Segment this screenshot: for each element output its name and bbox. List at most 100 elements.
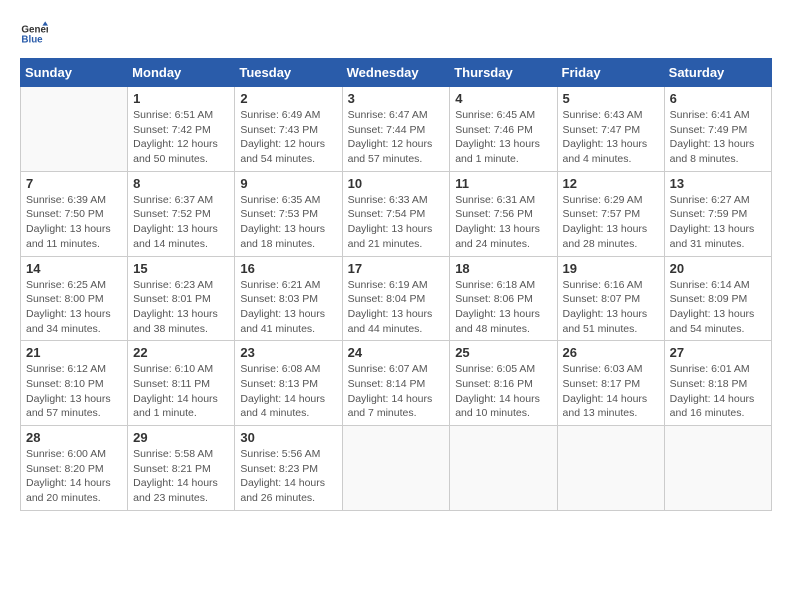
calendar-cell: 28 Sunrise: 6:00 AM Sunset: 8:20 PM Dayli…	[21, 426, 128, 511]
day-number: 22	[133, 345, 229, 360]
day-info: Sunrise: 6:12 AM Sunset: 8:10 PM Dayligh…	[26, 362, 122, 421]
day-info: Sunrise: 6:16 AM Sunset: 8:07 PM Dayligh…	[563, 278, 659, 337]
day-info: Sunrise: 6:07 AM Sunset: 8:14 PM Dayligh…	[348, 362, 445, 421]
day-number: 18	[455, 261, 551, 276]
day-info: Sunrise: 6:47 AM Sunset: 7:44 PM Dayligh…	[348, 108, 445, 167]
column-header-monday: Monday	[128, 59, 235, 87]
calendar-cell	[557, 426, 664, 511]
day-info: Sunrise: 6:31 AM Sunset: 7:56 PM Dayligh…	[455, 193, 551, 252]
day-info: Sunrise: 6:10 AM Sunset: 8:11 PM Dayligh…	[133, 362, 229, 421]
day-number: 3	[348, 91, 445, 106]
calendar-cell: 22 Sunrise: 6:10 AM Sunset: 8:11 PM Dayli…	[128, 341, 235, 426]
day-number: 29	[133, 430, 229, 445]
column-header-tuesday: Tuesday	[235, 59, 342, 87]
day-info: Sunrise: 6:18 AM Sunset: 8:06 PM Dayligh…	[455, 278, 551, 337]
calendar-cell: 15 Sunrise: 6:23 AM Sunset: 8:01 PM Dayli…	[128, 256, 235, 341]
day-number: 26	[563, 345, 659, 360]
day-info: Sunrise: 5:58 AM Sunset: 8:21 PM Dayligh…	[133, 447, 229, 506]
day-number: 27	[670, 345, 766, 360]
day-info: Sunrise: 6:05 AM Sunset: 8:16 PM Dayligh…	[455, 362, 551, 421]
calendar-cell: 14 Sunrise: 6:25 AM Sunset: 8:00 PM Dayli…	[21, 256, 128, 341]
calendar-cell: 12 Sunrise: 6:29 AM Sunset: 7:57 PM Dayli…	[557, 171, 664, 256]
day-number: 24	[348, 345, 445, 360]
column-header-sunday: Sunday	[21, 59, 128, 87]
day-number: 16	[240, 261, 336, 276]
day-info: Sunrise: 6:08 AM Sunset: 8:13 PM Dayligh…	[240, 362, 336, 421]
calendar-cell: 10Sunrise: 6:33 AM Sunset: 7:54 PM Dayli…	[342, 171, 450, 256]
calendar-cell	[664, 426, 771, 511]
calendar-cell: 29 Sunrise: 5:58 AM Sunset: 8:21 PM Dayli…	[128, 426, 235, 511]
calendar-cell: 5Sunrise: 6:43 AM Sunset: 7:47 PM Daylig…	[557, 87, 664, 172]
day-number: 10	[348, 176, 445, 191]
day-info: Sunrise: 6:19 AM Sunset: 8:04 PM Dayligh…	[348, 278, 445, 337]
day-number: 1	[133, 91, 229, 106]
column-header-wednesday: Wednesday	[342, 59, 450, 87]
calendar-cell	[21, 87, 128, 172]
calendar-cell: 18 Sunrise: 6:18 AM Sunset: 8:06 PM Dayli…	[450, 256, 557, 341]
calendar-cell: 27 Sunrise: 6:01 AM Sunset: 8:18 PM Dayli…	[664, 341, 771, 426]
column-header-friday: Friday	[557, 59, 664, 87]
calendar-cell: 25 Sunrise: 6:05 AM Sunset: 8:16 PM Dayli…	[450, 341, 557, 426]
calendar-cell	[450, 426, 557, 511]
day-info: Sunrise: 6:00 AM Sunset: 8:20 PM Dayligh…	[26, 447, 122, 506]
calendar-week-row: 1 Sunrise: 6:51 AM Sunset: 7:42 PM Daylig…	[21, 87, 772, 172]
day-info: Sunrise: 6:27 AM Sunset: 7:59 PM Dayligh…	[670, 193, 766, 252]
day-info: Sunrise: 6:03 AM Sunset: 8:17 PM Dayligh…	[563, 362, 659, 421]
day-info: Sunrise: 6:35 AM Sunset: 7:53 PM Dayligh…	[240, 193, 336, 252]
day-number: 9	[240, 176, 336, 191]
calendar-cell: 8 Sunrise: 6:37 AM Sunset: 7:52 PM Daylig…	[128, 171, 235, 256]
day-info: Sunrise: 6:29 AM Sunset: 7:57 PM Dayligh…	[563, 193, 659, 252]
calendar-cell: 1 Sunrise: 6:51 AM Sunset: 7:42 PM Daylig…	[128, 87, 235, 172]
day-number: 20	[670, 261, 766, 276]
calendar-cell: 23 Sunrise: 6:08 AM Sunset: 8:13 PM Dayli…	[235, 341, 342, 426]
column-header-thursday: Thursday	[450, 59, 557, 87]
calendar-week-row: 28 Sunrise: 6:00 AM Sunset: 8:20 PM Dayli…	[21, 426, 772, 511]
day-info: Sunrise: 6:51 AM Sunset: 7:42 PM Dayligh…	[133, 108, 229, 167]
calendar-cell	[342, 426, 450, 511]
day-number: 30	[240, 430, 336, 445]
day-info: Sunrise: 6:14 AM Sunset: 8:09 PM Dayligh…	[670, 278, 766, 337]
day-number: 11	[455, 176, 551, 191]
calendar-cell: 20 Sunrise: 6:14 AM Sunset: 8:09 PM Dayli…	[664, 256, 771, 341]
day-number: 15	[133, 261, 229, 276]
day-info: Sunrise: 6:23 AM Sunset: 8:01 PM Dayligh…	[133, 278, 229, 337]
day-info: Sunrise: 6:45 AM Sunset: 7:46 PM Dayligh…	[455, 108, 551, 167]
calendar-cell: 11 Sunrise: 6:31 AM Sunset: 7:56 PM Dayli…	[450, 171, 557, 256]
calendar-cell: 2 Sunrise: 6:49 AM Sunset: 7:43 PM Daylig…	[235, 87, 342, 172]
logo: General Blue	[20, 20, 52, 48]
day-info: Sunrise: 6:01 AM Sunset: 8:18 PM Dayligh…	[670, 362, 766, 421]
day-info: Sunrise: 6:25 AM Sunset: 8:00 PM Dayligh…	[26, 278, 122, 337]
svg-text:Blue: Blue	[21, 34, 43, 45]
header: General Blue	[20, 20, 772, 48]
day-info: Sunrise: 6:43 AM Sunset: 7:47 PM Dayligh…	[563, 108, 659, 167]
calendar-cell: 19 Sunrise: 6:16 AM Sunset: 8:07 PM Dayli…	[557, 256, 664, 341]
logo-icon: General Blue	[20, 20, 48, 48]
day-number: 13	[670, 176, 766, 191]
day-number: 21	[26, 345, 122, 360]
day-number: 17	[348, 261, 445, 276]
calendar-cell: 26 Sunrise: 6:03 AM Sunset: 8:17 PM Dayli…	[557, 341, 664, 426]
calendar-cell: 4Sunrise: 6:45 AM Sunset: 7:46 PM Daylig…	[450, 87, 557, 172]
column-header-saturday: Saturday	[664, 59, 771, 87]
calendar: SundayMondayTuesdayWednesdayThursdayFrid…	[20, 58, 772, 511]
day-number: 12	[563, 176, 659, 191]
day-info: Sunrise: 6:41 AM Sunset: 7:49 PM Dayligh…	[670, 108, 766, 167]
calendar-cell: 16 Sunrise: 6:21 AM Sunset: 8:03 PM Dayli…	[235, 256, 342, 341]
day-info: Sunrise: 6:39 AM Sunset: 7:50 PM Dayligh…	[26, 193, 122, 252]
day-number: 8	[133, 176, 229, 191]
day-info: Sunrise: 6:49 AM Sunset: 7:43 PM Dayligh…	[240, 108, 336, 167]
day-info: Sunrise: 6:21 AM Sunset: 8:03 PM Dayligh…	[240, 278, 336, 337]
day-number: 25	[455, 345, 551, 360]
calendar-week-row: 7 Sunrise: 6:39 AM Sunset: 7:50 PM Daylig…	[21, 171, 772, 256]
day-number: 2	[240, 91, 336, 106]
calendar-cell: 6Sunrise: 6:41 AM Sunset: 7:49 PM Daylig…	[664, 87, 771, 172]
day-number: 23	[240, 345, 336, 360]
day-number: 19	[563, 261, 659, 276]
day-number: 7	[26, 176, 122, 191]
calendar-cell: 13 Sunrise: 6:27 AM Sunset: 7:59 PM Dayli…	[664, 171, 771, 256]
calendar-week-row: 21 Sunrise: 6:12 AM Sunset: 8:10 PM Dayli…	[21, 341, 772, 426]
day-info: Sunrise: 6:37 AM Sunset: 7:52 PM Dayligh…	[133, 193, 229, 252]
day-number: 28	[26, 430, 122, 445]
calendar-cell: 7 Sunrise: 6:39 AM Sunset: 7:50 PM Daylig…	[21, 171, 128, 256]
day-number: 14	[26, 261, 122, 276]
